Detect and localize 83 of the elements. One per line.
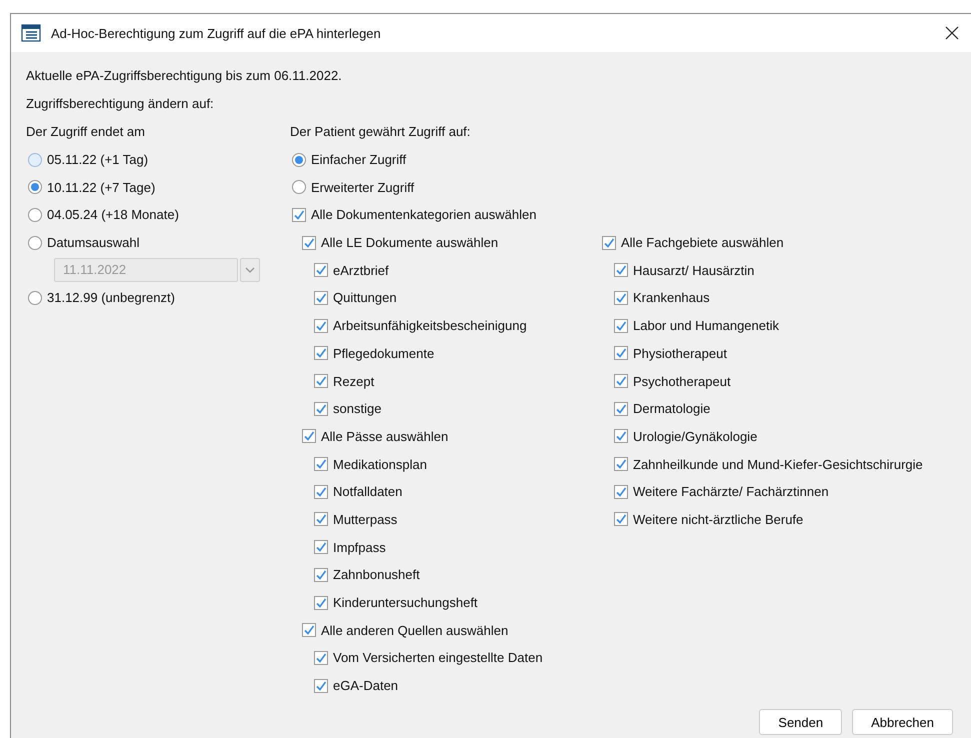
radio-button[interactable] xyxy=(28,180,42,194)
radio-option[interactable]: Datumsauswahl xyxy=(26,228,290,256)
checkbox[interactable] xyxy=(614,512,628,526)
end-date-heading: Der Zugriff endet am xyxy=(26,123,146,142)
radio-button[interactable] xyxy=(28,208,42,222)
checkbox-option[interactable]: Alle Fachgebiete auswählen xyxy=(590,228,923,256)
checkbox-option[interactable]: Impfpass xyxy=(290,533,590,561)
access-heading: Der Patient gewährt Zugriff auf: xyxy=(290,123,472,142)
radio-button[interactable] xyxy=(28,290,42,305)
window-list-icon xyxy=(21,24,41,42)
radio-button[interactable] xyxy=(292,180,306,194)
checkbox[interactable] xyxy=(314,263,328,278)
checkbox-option[interactable]: Urologie/Gynäkologie xyxy=(590,422,923,450)
checkbox-option[interactable]: eGA-Daten xyxy=(290,672,590,700)
checkbox[interactable] xyxy=(314,374,328,388)
dialog-button[interactable]: Senden xyxy=(759,709,842,735)
checkbox-option[interactable]: Hausarzt/ Hausärztin xyxy=(590,256,923,284)
checkbox-option[interactable]: Alle Dokumentenkategorien auswählen xyxy=(290,201,923,229)
checkbox-option[interactable]: Vom Versicherten eingestellte Daten xyxy=(290,644,590,672)
checkbox-option[interactable]: Krankenhaus xyxy=(590,284,923,312)
radio-option[interactable]: Einfacher Zugriff xyxy=(290,146,923,174)
checkbox-option[interactable]: Kinderuntersuchungsheft xyxy=(290,588,590,616)
checkbox[interactable] xyxy=(614,457,628,472)
checkbox[interactable] xyxy=(314,402,328,416)
checkbox[interactable] xyxy=(292,208,306,222)
checkbox[interactable] xyxy=(314,568,328,582)
radio-button[interactable] xyxy=(292,152,306,167)
checkbox-option[interactable]: Alle anderen Quellen auswählen xyxy=(290,616,590,644)
checkbox[interactable] xyxy=(302,236,316,250)
checkbox-option[interactable]: Physiotherapeut xyxy=(590,340,923,368)
checkbox[interactable] xyxy=(314,650,328,665)
checkbox-option[interactable]: Weitere nicht-ärztliche Berufe xyxy=(590,506,923,534)
radio-option[interactable]: 31.12.99 (unbegrenzt) xyxy=(26,284,290,312)
checkbox[interactable] xyxy=(614,429,628,444)
radio-option[interactable]: 05.11.22 (+1 Tag) xyxy=(26,146,290,174)
checkbox-option[interactable]: Alle Pässe auswählen xyxy=(290,422,590,450)
checkbox[interactable] xyxy=(302,623,316,638)
radio-button[interactable] xyxy=(28,152,42,167)
checkbox[interactable] xyxy=(602,236,616,250)
checkbox[interactable] xyxy=(614,290,628,305)
checkbox[interactable] xyxy=(314,346,328,360)
checkbox-option[interactable]: Pflegedokumente xyxy=(290,340,590,368)
checkbox-option[interactable]: eArztbrief xyxy=(290,256,590,284)
checkbox[interactable] xyxy=(314,512,328,526)
checkbox[interactable] xyxy=(614,318,628,333)
checkbox-option[interactable]: Medikationsplan xyxy=(290,450,590,478)
checkbox-option[interactable]: Alle LE Dokumente auswählen xyxy=(290,228,590,256)
checkbox-option[interactable]: Mutterpass xyxy=(290,506,590,534)
checkbox-option[interactable]: Dermatologie xyxy=(590,394,923,423)
checkbox[interactable] xyxy=(314,290,328,305)
radio-option[interactable]: Erweiterter Zugriff xyxy=(290,173,923,202)
checkbox[interactable] xyxy=(302,429,316,444)
checkbox-option[interactable]: Psychotherapeut xyxy=(590,367,923,395)
current-permission-text: Aktuelle ePA-Zugriffsberechtigung bis zum 06.11.2022. xyxy=(26,67,343,85)
checkbox-option[interactable]: Zahnheilkunde und Mund-Kiefer-Gesichtschirurgie xyxy=(590,450,923,478)
checkbox-option[interactable]: Quittungen xyxy=(290,284,590,312)
radio-option[interactable]: 04.05.24 (+18 Monate) xyxy=(26,201,290,229)
checkbox[interactable] xyxy=(314,540,328,554)
checkbox[interactable] xyxy=(314,457,328,472)
chevron-down-icon xyxy=(245,267,255,274)
change-label: Zugriffsberechtigung ändern auf: xyxy=(26,95,215,113)
checkbox-option[interactable]: Zahnbonusheft xyxy=(290,561,590,589)
checkbox[interactable] xyxy=(614,484,628,499)
close-icon[interactable] xyxy=(945,26,959,40)
checkbox-option[interactable]: Arbeitsunfähigkeitsbescheinigung xyxy=(290,312,590,340)
checkbox-option[interactable]: Labor und Humangenetik xyxy=(590,312,923,340)
checkbox[interactable] xyxy=(614,374,628,388)
checkbox[interactable] xyxy=(314,678,328,693)
dialog-button[interactable]: Abbrechen xyxy=(852,709,953,735)
checkbox-option[interactable]: Weitere Fachärzte/ Fachärztinnen xyxy=(590,478,923,506)
window-title: Ad-Hoc-Berechtigung zum Zugriff auf die ePA hinterlegen xyxy=(51,26,382,40)
checkbox[interactable] xyxy=(614,402,628,416)
dropdown-button[interactable] xyxy=(240,258,260,282)
radio-button[interactable] xyxy=(28,236,42,250)
checkbox-option[interactable]: Rezept xyxy=(290,367,590,395)
checkbox[interactable] xyxy=(314,318,328,333)
checkbox[interactable] xyxy=(314,484,328,499)
radio-option[interactable]: 10.11.22 (+7 Tage) xyxy=(26,173,290,202)
checkbox-option[interactable]: Notfalldaten xyxy=(290,478,590,506)
checkbox[interactable] xyxy=(314,596,328,610)
checkbox[interactable] xyxy=(614,263,628,278)
checkbox-option[interactable]: sonstige xyxy=(290,394,590,423)
checkbox[interactable] xyxy=(614,346,628,360)
